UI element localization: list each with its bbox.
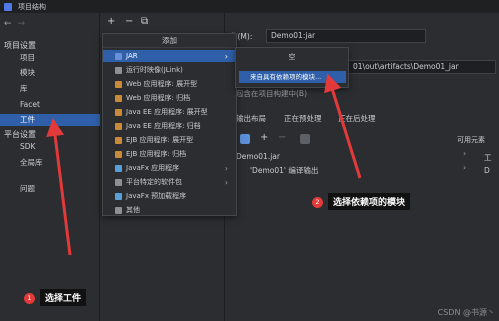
step-one-badge: 1 <box>24 293 35 304</box>
arrow-two <box>324 73 362 179</box>
arrow-one <box>46 118 72 256</box>
step-two-label: 选择依赖项的模块 <box>328 193 411 210</box>
watermark: CSDN @书源丶 <box>437 308 495 317</box>
annotation-arrows <box>46 73 362 256</box>
step-one-label: 选择工件 <box>40 289 87 306</box>
step-two-badge: 2 <box>312 197 323 208</box>
